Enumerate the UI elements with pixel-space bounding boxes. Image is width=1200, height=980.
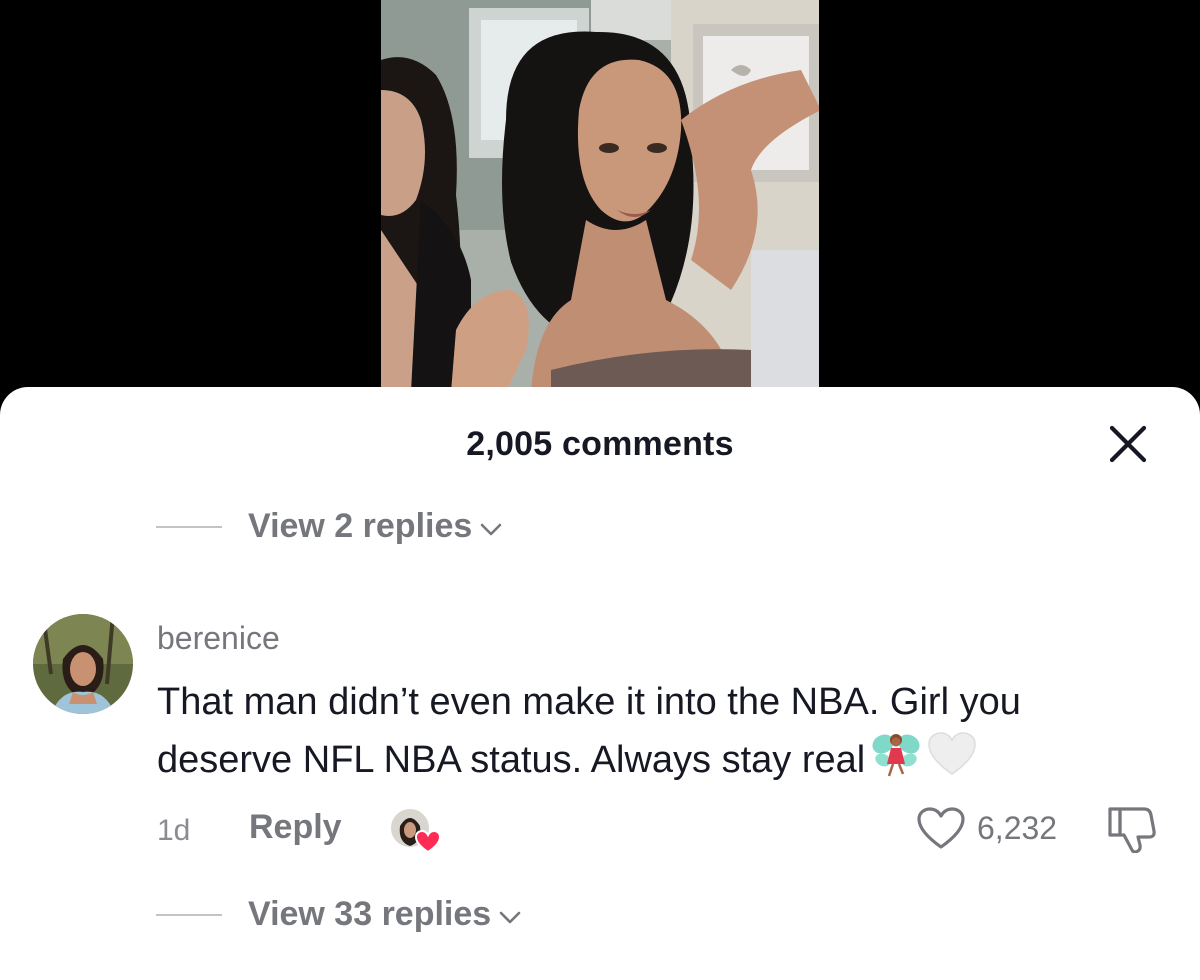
comment-username[interactable]: berenice	[157, 620, 280, 657]
thread-divider	[156, 913, 222, 916]
heart-outline-icon	[917, 807, 965, 849]
reply-button[interactable]: Reply	[249, 808, 342, 847]
fairy-emoji	[871, 730, 921, 794]
creator-avatar-heart-icon	[389, 807, 442, 854]
comment-text-line-2: deserve NFL NBA status. Always stay real	[157, 730, 1177, 794]
view-replies-label: View 33 replies	[248, 895, 492, 933]
comments-count-title: 2,005 comments	[466, 425, 734, 463]
comment-text-line: That man didn’t even make it into the NB…	[157, 681, 1021, 723]
comments-sheet: 2,005 comments View 2 replies berenice T…	[0, 387, 1200, 980]
comment-text-line-content: deserve NFL NBA status. Always stay real	[157, 739, 866, 782]
avatar-image	[33, 614, 133, 714]
white-heart-emoji	[927, 731, 977, 793]
view-replies-label: View 2 replies	[248, 507, 473, 545]
view-replies-bottom[interactable]: View 33 replies	[156, 895, 523, 934]
close-button[interactable]	[1108, 424, 1148, 464]
like-button[interactable]	[916, 806, 966, 850]
chevron-down-icon	[480, 523, 502, 535]
dislike-button[interactable]	[1106, 805, 1158, 854]
creator-liked-badge	[388, 806, 444, 854]
avatar[interactable]	[33, 614, 133, 714]
view-replies-top[interactable]: View 2 replies	[156, 507, 504, 546]
comment-time: 1d	[157, 814, 191, 847]
close-icon	[1109, 425, 1147, 463]
dislike-icon	[1108, 807, 1156, 854]
video-player[interactable]	[381, 0, 819, 392]
comment-text: That man didn’t even make it into the NB…	[157, 674, 1177, 794]
video-frame	[381, 0, 819, 392]
thread-divider	[156, 525, 222, 528]
chevron-down-icon	[499, 911, 521, 923]
like-count: 6,232	[977, 810, 1058, 846]
